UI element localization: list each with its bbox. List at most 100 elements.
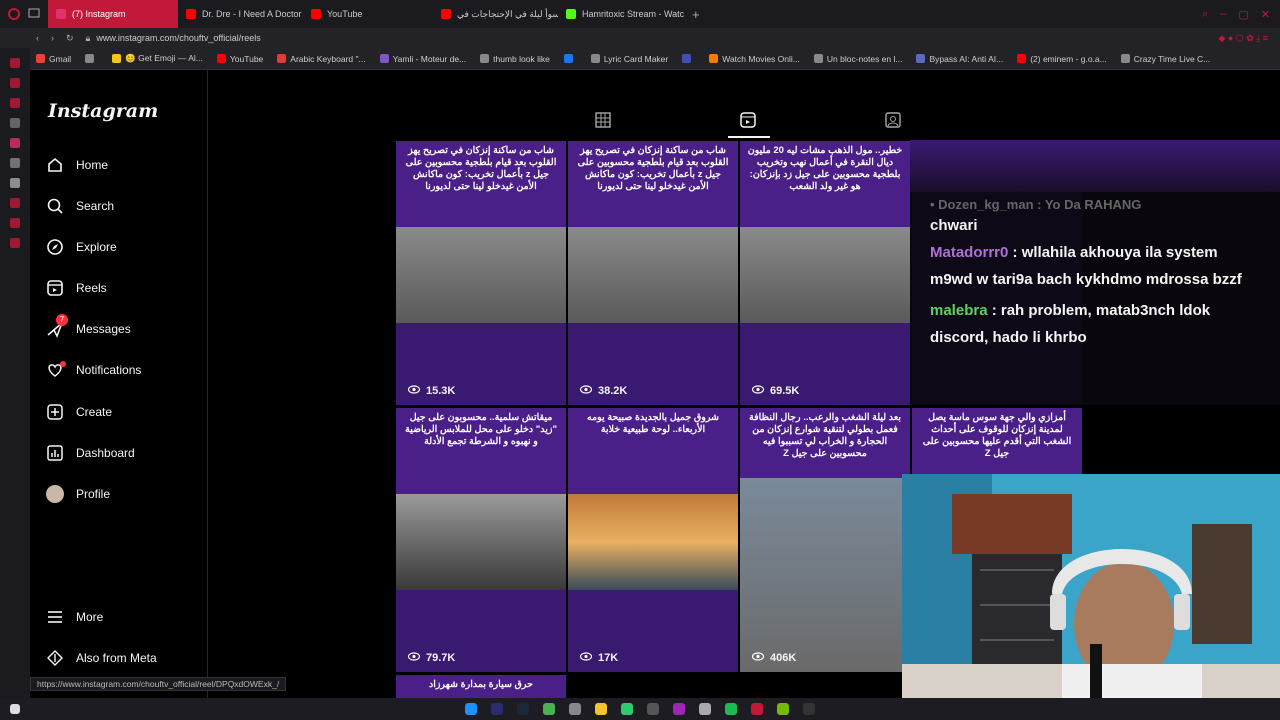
start-icon[interactable]	[10, 704, 20, 714]
tab-instagram[interactable]: (7) Instagram	[48, 0, 178, 28]
x-icon[interactable]	[10, 178, 20, 188]
instagram-sidebar-icon[interactable]	[10, 138, 20, 148]
nav-explore[interactable]: Explore	[46, 238, 117, 256]
messages-badge: 7	[56, 314, 68, 326]
reel-thumbnail[interactable]: شروق جميل بالجديدة صبيحة يومه الأربعاء..…	[568, 408, 738, 672]
address-bar: ‹ › ↻ 🔒︎ www.instagram.com/chouftv_offic…	[0, 28, 1280, 48]
bookmark-label: Crazy Time Live C...	[1133, 53, 1211, 64]
bookmark-item[interactable]: Gmail	[36, 54, 71, 64]
nav-create[interactable]: Create	[46, 403, 112, 421]
chat-username: Matadorrr0	[930, 244, 1009, 261]
url-field[interactable]: www.instagram.com/chouftv_official/reels	[96, 33, 260, 43]
app-icon[interactable]	[673, 703, 685, 715]
tab-dr-dre[interactable]: Dr. Dre - I Need A Doctor	[178, 0, 303, 28]
bookmark-item[interactable]	[85, 54, 98, 63]
nav-more[interactable]: More	[46, 608, 103, 626]
eye-icon	[407, 652, 421, 664]
nav-home[interactable]: Home	[46, 156, 108, 174]
tab-kick-stream[interactable]: Hamritoxic Stream - Watc	[558, 0, 688, 28]
posts-grid-tab[interactable]	[595, 112, 613, 130]
new-tab-button[interactable]: +	[688, 7, 700, 22]
extensions-icons[interactable]: ◆ ● ⬡ ✿ ⤓ ≡	[1219, 33, 1269, 44]
tab-youtube[interactable]: YouTube	[303, 0, 433, 28]
search-tabs-icon[interactable]: ⌕	[1202, 8, 1208, 21]
nav-dashboard[interactable]: Dashboard	[46, 444, 135, 462]
nav-reels[interactable]: Reels	[46, 279, 107, 297]
nav-label: Search	[76, 199, 115, 213]
reel-thumbnail[interactable]: خطير.. مول الذهب مشات ليه 20 مليون ديال …	[740, 141, 910, 405]
premiere-icon[interactable]	[491, 703, 503, 715]
nav-notifications[interactable]: Notifications	[46, 361, 141, 379]
nav-label: Messages	[76, 322, 131, 336]
close-icon[interactable]: ✕	[1261, 8, 1270, 21]
app-icon[interactable]	[621, 703, 633, 715]
tiktok-icon[interactable]	[10, 158, 20, 168]
reels-tab[interactable]	[728, 112, 770, 138]
nvidia-icon[interactable]	[777, 703, 789, 715]
wallet-icon[interactable]	[10, 78, 20, 88]
reel-headline: شروق جميل بالجديدة صبيحة يومه الأربعاء..…	[568, 408, 738, 494]
nav-also-from-meta[interactable]: Also from Meta	[46, 649, 157, 667]
tab-label: YouTube	[327, 9, 363, 19]
app-icon[interactable]	[699, 703, 711, 715]
nav-messages[interactable]: 7 Messages	[46, 314, 131, 338]
reel-headline: شاب من ساكنة إنزكان في تصريح يهز القلوب …	[396, 141, 566, 227]
download-icon[interactable]	[10, 238, 20, 248]
instagram-logo[interactable]: Instagram	[48, 100, 158, 122]
reel-view-count: 15.3K	[407, 385, 456, 397]
opera-logo-icon[interactable]	[0, 0, 28, 28]
lock-icon[interactable]: 🔒︎	[86, 33, 91, 44]
bookmark-item[interactable]: 😊 Get Emoji — Al...	[112, 53, 203, 64]
reel-thumbnail[interactable]: شاب من ساكنة إنزكان في تصريح يهز القلوب …	[568, 141, 738, 405]
reel-thumbnail-image	[396, 494, 566, 590]
pinboard-icon[interactable]	[10, 98, 20, 108]
forward-icon[interactable]: ›	[51, 33, 54, 43]
bookmark-item[interactable]: Crazy Time Live C...	[1120, 53, 1211, 64]
file-explorer-icon[interactable]	[595, 703, 607, 715]
bookmark-label: (2) eminem - g.o.a...	[1030, 53, 1107, 64]
opera-icon[interactable]	[751, 703, 763, 715]
reel-thumbnail[interactable]: ميقاتش سلمية.. محسوبون على جيل "زيد" دخل…	[396, 408, 566, 672]
home-icon	[46, 156, 64, 174]
bookmark-item[interactable]	[563, 54, 577, 63]
view-count-text: 406K	[770, 652, 797, 664]
tab-label: Hamritoxic Stream - Watc	[582, 9, 685, 19]
chrome-icon[interactable]	[543, 703, 555, 715]
edge-icon[interactable]	[465, 703, 477, 715]
reel-thumbnail[interactable]: بعد ليلة الشغب والرعب.. رجال النظافة فعم…	[740, 408, 910, 672]
eye-icon	[751, 385, 765, 397]
reload-icon[interactable]: ↻	[66, 33, 74, 44]
back-icon[interactable]: ‹	[36, 33, 39, 43]
app-icon[interactable]	[803, 703, 815, 715]
bookmark-item[interactable]: Un bloc-notes en l...	[813, 54, 902, 64]
spotify-icon[interactable]	[725, 703, 737, 715]
nav-profile[interactable]: Profile	[46, 485, 110, 503]
steam-icon[interactable]	[517, 703, 529, 715]
tagged-tab[interactable]	[885, 112, 903, 130]
minimize-icon[interactable]: –	[1220, 8, 1226, 21]
clock-icon[interactable]	[10, 218, 20, 228]
bookmark-item[interactable]: Lyric Card Maker	[590, 54, 668, 64]
bookmark-item[interactable]: (2) eminem - g.o.a...	[1017, 54, 1107, 64]
bookmark-item[interactable]: Arabic Keyboard "...	[277, 54, 366, 64]
bookmark-item[interactable]: Yamli - Moteur de...	[379, 54, 466, 64]
history-icon[interactable]	[10, 58, 20, 68]
bookmark-item[interactable]: YouTube	[216, 54, 263, 64]
bookmark-item[interactable]: Bypass AI: Anti AI...	[916, 54, 1003, 64]
bookmark-item[interactable]: Watch Movies Onli...	[709, 54, 800, 64]
bookmark-favicon-icon	[379, 54, 389, 63]
workspaces-icon[interactable]	[28, 5, 48, 23]
bookmark-icon[interactable]	[10, 198, 20, 208]
tab-arabic-video[interactable]: أسوأ ليلة في الإحتجاجات في	[433, 0, 558, 28]
reel-thumbnail[interactable]: شاب من ساكنة إنزكان في تصريح يهز القلوب …	[396, 141, 566, 405]
chatgpt-icon[interactable]	[10, 118, 20, 128]
view-count-text: 15.3K	[426, 385, 456, 397]
maximize-icon[interactable]: ▢	[1238, 8, 1248, 21]
nav-search[interactable]: Search	[46, 197, 114, 215]
bookmark-item[interactable]	[682, 54, 695, 63]
obs-icon[interactable]	[647, 703, 659, 715]
avatar	[46, 485, 64, 503]
bookmark-item[interactable]: thumb look like	[480, 54, 550, 64]
reel-headline: شاب من ساكنة إنزكان في تصريح يهز القلوب …	[568, 141, 738, 227]
app-icon[interactable]	[569, 703, 581, 715]
